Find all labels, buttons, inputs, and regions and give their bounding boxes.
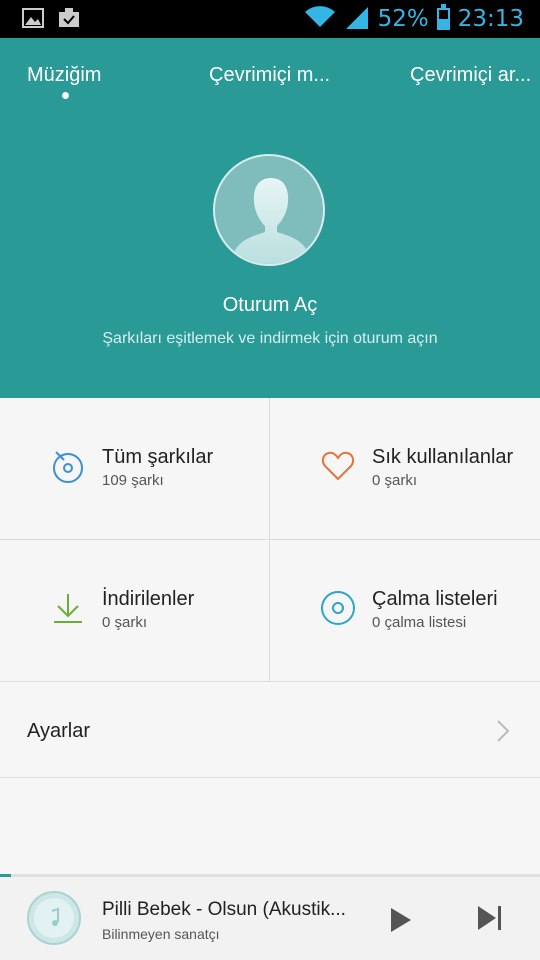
all-songs-count: 109 şarkı (102, 472, 164, 489)
battery-percent: 52% (377, 6, 429, 32)
login-subtitle: Şarkıları eşitlemek ve indirmek için otu… (102, 330, 438, 347)
favorites-tile[interactable]: Sık kullanılanlar 0 şarkı (270, 398, 540, 540)
song-title: Pilli Bebek - Olsun (Akustik... (102, 899, 346, 920)
settings-label: Ayarlar (27, 720, 90, 742)
library-grid: Tüm şarkılar 109 şarkı Sık kullanılanlar… (0, 398, 540, 682)
grid-divider-vertical (269, 398, 270, 682)
downloads-tile[interactable]: İndirilenler 0 şarkı (0, 540, 270, 682)
avatar[interactable] (213, 154, 325, 266)
album-art (27, 891, 81, 945)
favorites-count: 0 şarkı (372, 472, 418, 489)
all-songs-tile[interactable]: Tüm şarkılar 109 şarkı (0, 398, 270, 540)
downloads-title: İndirilenler (102, 588, 195, 610)
next-track-icon[interactable] (474, 903, 504, 933)
wifi-icon (304, 5, 336, 33)
selected-tab-indicator (62, 92, 69, 99)
tab-bar: Müziğim Çevrimiçi m... Çevrimiçi ar... (0, 62, 540, 92)
settings-divider (0, 777, 540, 778)
downloads-count: 0 şarkı (102, 614, 148, 631)
account-header: Müziğim Çevrimiçi m... Çevrimiçi ar... O… (0, 38, 540, 398)
signal-icon (344, 5, 370, 34)
settings-row[interactable]: Ayarlar (0, 682, 540, 778)
playlists-title: Çalma listeleri (372, 588, 498, 610)
playlists-count: 0 çalma listesi (372, 614, 467, 631)
status-bar: 52% 23:13 (0, 0, 540, 38)
playlists-tile[interactable]: Çalma listeleri 0 çalma listesi (270, 540, 540, 682)
grid-divider-horizontal (0, 539, 540, 540)
download-icon (50, 590, 86, 626)
image-icon (22, 8, 44, 28)
login-title[interactable]: Oturum Aç (0, 294, 540, 317)
heart-icon (320, 448, 356, 484)
clipboard-check-icon (58, 8, 80, 28)
disc-icon (320, 590, 356, 626)
favorites-title: Sık kullanılanlar (372, 446, 514, 468)
mini-player[interactable]: Pilli Bebek - Olsun (Akustik... Bilinmey… (0, 877, 540, 960)
play-icon[interactable] (385, 905, 415, 935)
all-songs-title: Tüm şarkılar (102, 446, 214, 468)
tab-online-music[interactable]: Çevrimiçi m... (209, 64, 330, 87)
clock: 23:13 (457, 6, 524, 32)
battery-icon (436, 4, 450, 30)
artist-name: Bilinmeyen sanatçı (102, 926, 220, 942)
tab-online-search[interactable]: Çevrimiçi ar... (410, 64, 531, 87)
all-songs-icon (50, 448, 86, 484)
tab-my-music[interactable]: Müziğim (27, 64, 101, 87)
chevron-right-icon (496, 720, 510, 742)
